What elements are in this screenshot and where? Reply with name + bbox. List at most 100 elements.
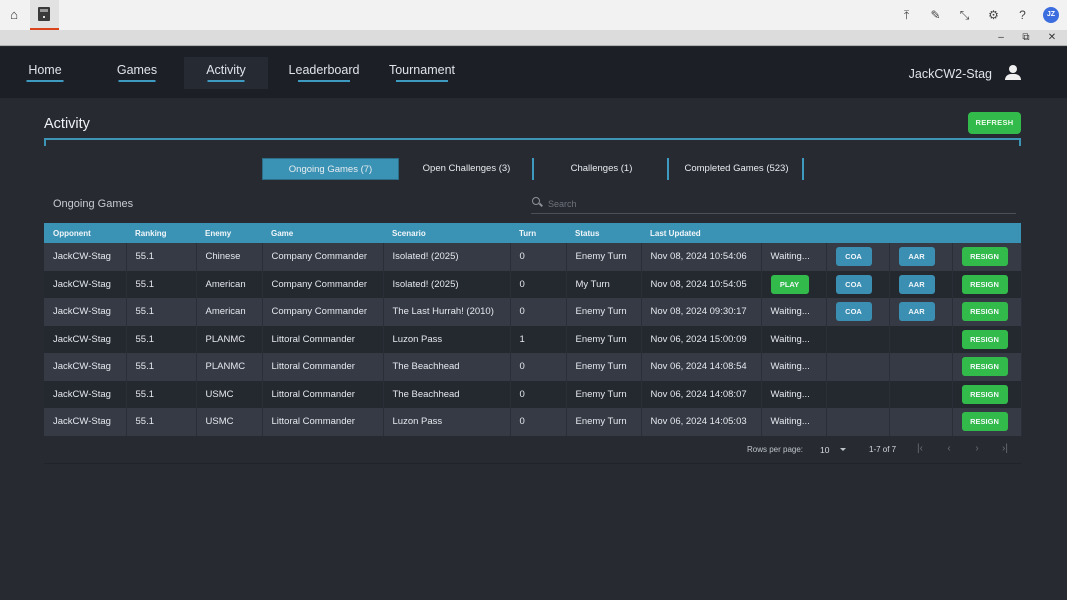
resign-button[interactable]: RESIGN [961, 302, 1008, 322]
tab-ongoing-games[interactable]: Ongoing Games (7) [262, 158, 399, 180]
nav-tournament[interactable]: Tournament [388, 47, 456, 98]
cell-turn: 1 [510, 325, 567, 353]
col-scenario[interactable]: Scenario [383, 223, 510, 243]
tab-label: Open Challenges (3) [422, 163, 511, 174]
aar-button[interactable]: AAR [898, 302, 935, 322]
collapse-icon[interactable]: ⤡ [950, 8, 979, 23]
col-ranking[interactable]: Ranking [126, 223, 196, 243]
resign-button[interactable]: RESIGN [961, 247, 1008, 267]
rows-per-page-label: Rows per page: [747, 445, 804, 454]
cell-turn: 0 [510, 353, 567, 381]
resign-button[interactable]: RESIGN [961, 384, 1008, 404]
resign-button[interactable]: RESIGN [961, 357, 1008, 377]
cell-ranking: 55.1 [126, 380, 197, 408]
cell-enemy: USMC [196, 380, 263, 408]
cell-resign: RESIGN [952, 243, 1022, 271]
cell-ranking: 55.1 [126, 243, 197, 271]
search-icon [532, 197, 542, 207]
cell-resign: RESIGN [952, 298, 1022, 326]
cell-game: Littoral Commander [262, 325, 384, 353]
tab-challenges[interactable]: Challenges (1) [534, 158, 669, 180]
cell-game: Littoral Commander [262, 380, 384, 408]
cell-ranking: 55.1 [126, 298, 197, 326]
cell-last-updated: Nov 08, 2024 09:30:17 [641, 298, 762, 326]
col-coa [826, 223, 889, 243]
nav-tournament-label: Tournament [388, 63, 455, 77]
cell-action: Waiting... [761, 298, 827, 326]
cell-status: Enemy Turn [566, 325, 642, 353]
minimize-button[interactable]: – [988, 30, 1014, 46]
table-row: JackCW-Stag 55.1 USMC Littoral Commander Luz… [44, 408, 1022, 436]
nav-activity[interactable]: Activity [184, 57, 268, 89]
first-page-icon[interactable]: |‹ [914, 443, 926, 454]
cell-game: Company Commander [262, 298, 384, 326]
section-title: Ongoing Games [53, 198, 134, 210]
waiting-text: Waiting... [770, 251, 810, 263]
next-page-icon[interactable]: › [971, 443, 983, 454]
help-icon[interactable]: ? [1008, 8, 1037, 22]
waiting-text: Waiting... [770, 361, 810, 373]
pagination: Rows per page: 10 1-7 of 7 |‹ ‹ › ›| [44, 435, 1021, 464]
pin-icon[interactable]: ✎ [921, 8, 950, 22]
user-icon[interactable] [1004, 64, 1022, 82]
refresh-button[interactable]: REFRESH [968, 112, 1021, 134]
col-enemy[interactable]: Enemy [196, 223, 262, 243]
col-game[interactable]: Game [262, 223, 383, 243]
table-row: JackCW-Stag 55.1 American Company Commander… [44, 298, 1022, 326]
cell-game: Company Commander [262, 270, 384, 298]
nav-games[interactable]: Games [112, 47, 162, 98]
avatar[interactable]: JZ [1043, 7, 1059, 23]
search-input[interactable] [548, 196, 1008, 211]
waiting-text: Waiting... [770, 416, 810, 428]
last-page-icon[interactable]: ›| [999, 443, 1011, 454]
resign-button[interactable]: RESIGN [961, 329, 1008, 349]
tab-open-challenges[interactable]: Open Challenges (3) [399, 158, 534, 180]
coa-button[interactable]: COA [835, 302, 872, 322]
search-field[interactable] [531, 195, 1016, 214]
cell-opponent: JackCW-Stag [44, 243, 127, 271]
upload-icon[interactable]: ⤒ [892, 8, 921, 23]
restore-button[interactable]: ⧉ [1013, 30, 1039, 46]
cell-status: Enemy Turn [566, 243, 642, 271]
content-frame [44, 138, 1021, 146]
resign-button[interactable]: RESIGN [961, 274, 1008, 294]
resign-button[interactable]: RESIGN [961, 412, 1008, 432]
cell-status: Enemy Turn [566, 353, 642, 381]
page-title: Activity [44, 116, 90, 132]
cell-last-updated: Nov 06, 2024 14:08:07 [641, 380, 762, 408]
chevron-down-icon[interactable] [840, 448, 846, 451]
cell-last-updated: Nov 08, 2024 10:54:06 [641, 243, 762, 271]
col-turn[interactable]: Turn [510, 223, 566, 243]
nav-underline [26, 80, 64, 82]
col-status[interactable]: Status [566, 223, 641, 243]
cell-aar: AAR [889, 243, 953, 271]
cell-action: PLAY [761, 270, 827, 298]
ongoing-games-table: Opponent Ranking Enemy Game Scenario Tur… [44, 223, 1022, 436]
col-opponent[interactable]: Opponent [44, 223, 126, 243]
cell-action: Waiting... [761, 243, 827, 271]
prev-page-icon[interactable]: ‹ [943, 443, 955, 454]
coa-button[interactable]: COA [835, 274, 872, 294]
gear-icon[interactable]: ⚙ [979, 8, 1008, 22]
cell-action: Waiting... [761, 380, 827, 408]
coa-button[interactable]: COA [835, 247, 872, 267]
play-button[interactable]: PLAY [770, 274, 809, 294]
tab-separator [802, 158, 804, 180]
aar-button[interactable]: AAR [898, 247, 935, 267]
col-last-updated[interactable]: Last Updated [641, 223, 761, 243]
cell-resign: RESIGN [952, 270, 1022, 298]
username[interactable]: JackCW2-Stag [909, 67, 992, 81]
close-button[interactable]: ✕ [1039, 30, 1065, 46]
cell-aar [889, 408, 953, 436]
aar-button[interactable]: AAR [898, 274, 935, 294]
home-icon[interactable]: ⌂ [6, 7, 22, 23]
table-row: JackCW-Stag 55.1 Chinese Company Commander I… [44, 243, 1022, 271]
nav-underline [298, 80, 350, 82]
cell-scenario: Luzon Pass [383, 325, 511, 353]
nav-leaderboard[interactable]: Leaderboard [288, 47, 360, 98]
cell-aar [889, 325, 953, 353]
nav-home[interactable]: Home [22, 47, 68, 98]
tab-completed-games[interactable]: Completed Games (523) [669, 158, 804, 180]
rows-per-page-select[interactable]: 10 [820, 445, 829, 455]
app-taskbar-button[interactable] [30, 0, 59, 30]
